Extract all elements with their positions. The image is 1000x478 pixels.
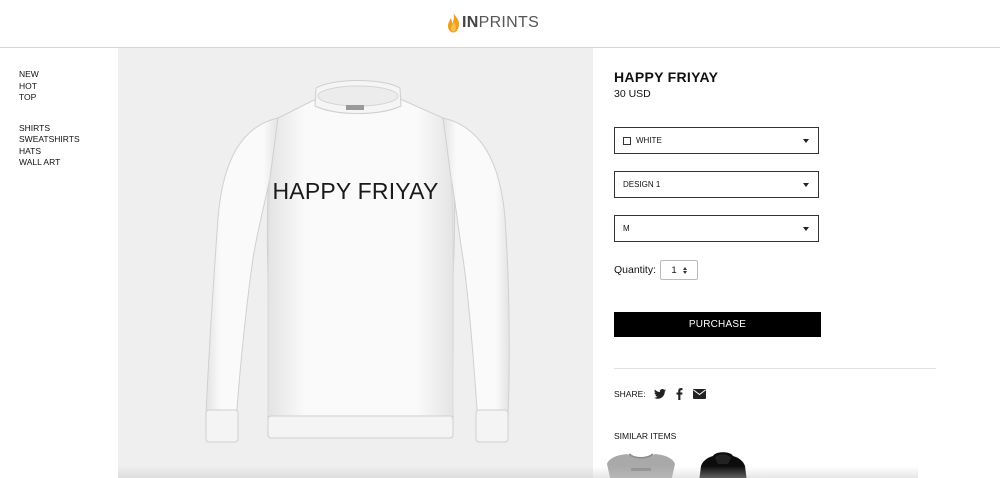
color-swatch <box>623 136 631 145</box>
share-label: SHARE: <box>614 389 646 399</box>
print-text: HAPPY FRIYAY <box>272 178 439 204</box>
product-image: HAPPY FRIYAY <box>118 48 593 478</box>
brand-name: INPRINTS <box>462 14 540 31</box>
similar-items <box>603 452 753 478</box>
product-title: HAPPY FRIYAY <box>614 69 719 85</box>
similar-item-grey-shirt[interactable] <box>603 452 679 478</box>
design-select-value: DESIGN 1 <box>623 180 661 189</box>
quantity-value: 1 <box>671 264 677 276</box>
flame-icon <box>447 13 460 33</box>
product-details: HAPPY FRIYAY 30 USD WHITE DESIGN 1 M Qua… <box>614 68 936 441</box>
color-select[interactable]: WHITE <box>614 127 819 154</box>
brand-logo[interactable]: INPRINTS <box>447 13 539 33</box>
similar-items-title: SIMILAR ITEMS <box>614 431 677 441</box>
color-select-value: WHITE <box>636 136 662 145</box>
nav-link-new[interactable]: NEW <box>19 69 80 81</box>
similar-item-black-hoodie[interactable] <box>695 452 750 478</box>
nav-link-top[interactable]: TOP <box>19 92 80 104</box>
purchase-button[interactable]: PURCHASE <box>614 312 821 337</box>
quantity-row: Quantity: 1 <box>614 260 699 280</box>
nav-link-shirts[interactable]: SHIRTS <box>19 123 80 135</box>
product-price: 30 USD <box>614 88 651 100</box>
design-select[interactable]: DESIGN 1 <box>614 171 819 198</box>
quantity-label: Quantity: <box>614 264 657 276</box>
facebook-icon[interactable] <box>676 388 683 400</box>
twitter-icon[interactable] <box>653 389 666 399</box>
quantity-stepper[interactable]: 1 <box>660 260 699 280</box>
size-select[interactable]: M <box>614 215 819 242</box>
stepper-arrows-icon[interactable] <box>682 266 687 274</box>
nav-link-hot[interactable]: HOT <box>19 81 80 93</box>
nav-link-sweatshirts[interactable]: SWEATSHIRTS <box>19 134 80 146</box>
category-nav: NEW HOT TOP SHIRTS SWEATSHIRTS HATS WALL… <box>19 69 80 169</box>
nav-link-hats[interactable]: HATS <box>19 146 80 158</box>
sweatshirt-illustration <box>205 80 510 443</box>
nav-link-wall-art[interactable]: WALL ART <box>19 157 80 169</box>
chevron-down-icon <box>803 227 809 231</box>
chevron-down-icon <box>803 139 809 143</box>
share-row: SHARE: <box>614 388 706 400</box>
size-select-value: M <box>623 224 630 233</box>
divider <box>614 368 936 369</box>
email-icon[interactable] <box>692 389 706 399</box>
site-header: INPRINTS <box>0 0 1000 48</box>
chevron-down-icon <box>803 183 809 187</box>
